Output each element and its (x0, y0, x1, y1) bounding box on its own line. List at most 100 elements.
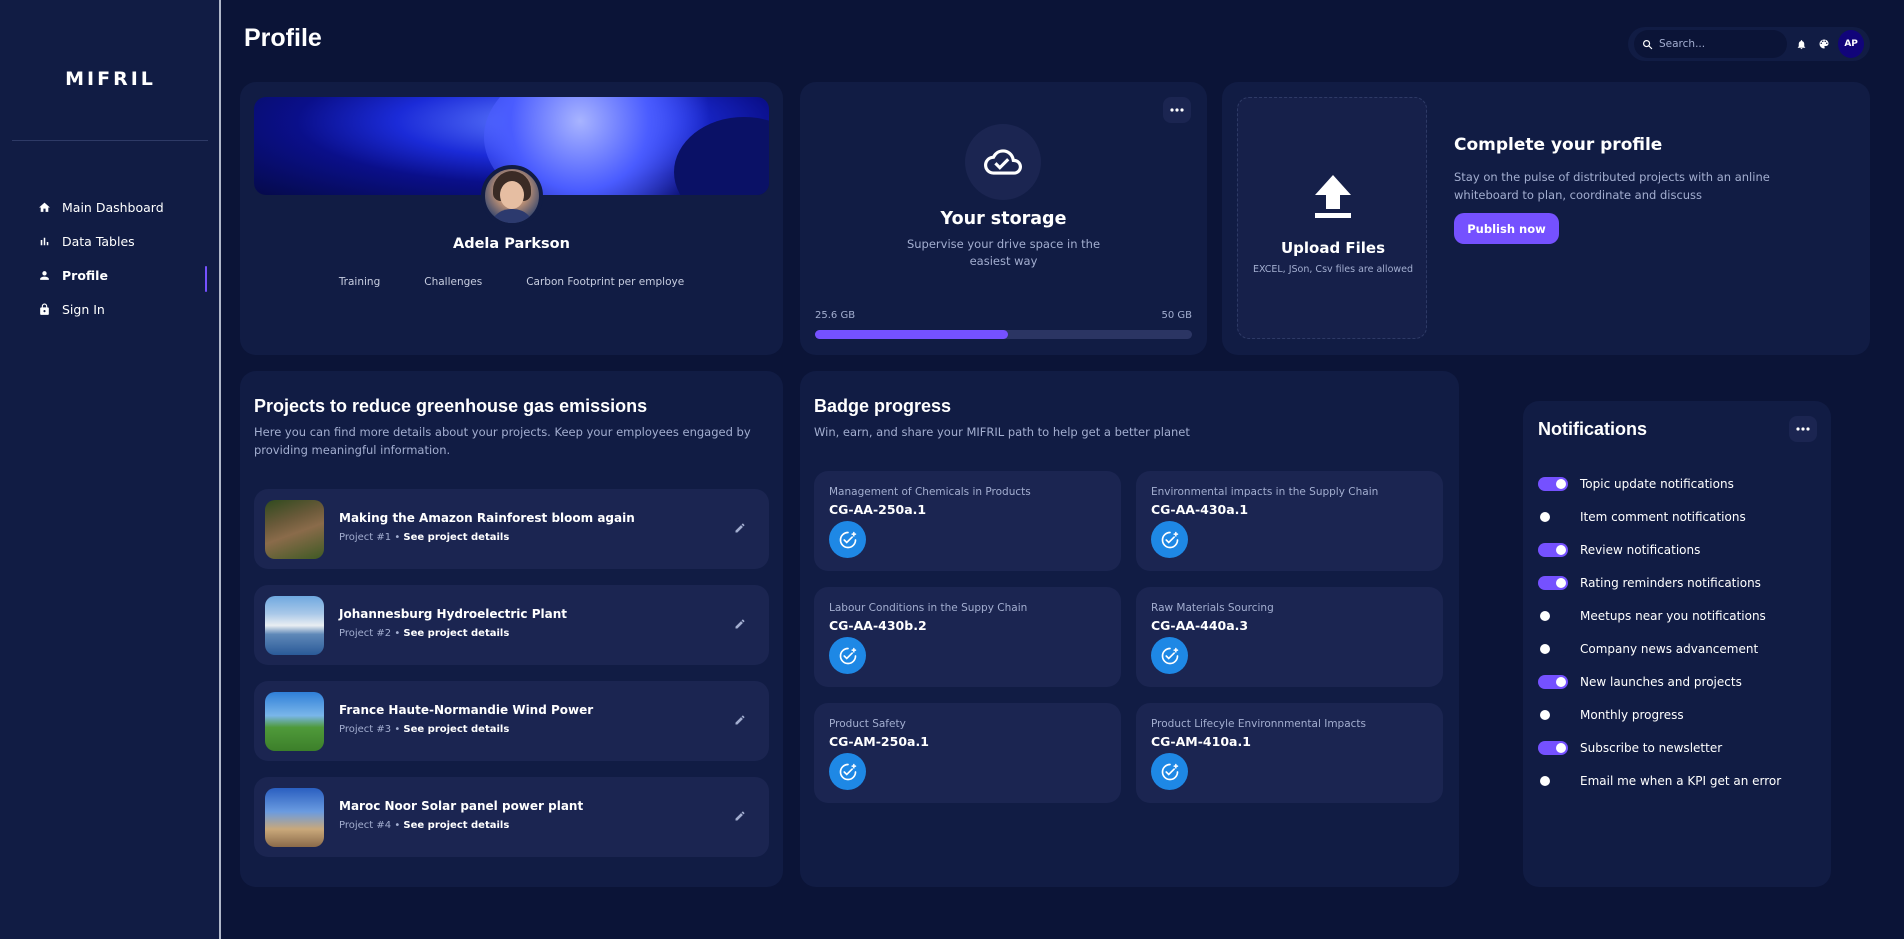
verified-check-icon[interactable] (1151, 637, 1188, 674)
profile-stat-carbon-footprint: Carbon Footprint per employe (526, 276, 685, 288)
sidebar-item-sign-in[interactable]: Sign In (0, 292, 221, 326)
notification-label: Topic update notifications (1580, 476, 1734, 491)
badge-item[interactable]: Product Safety CG-AM-250a.1 (814, 703, 1121, 803)
more-horizontal-icon (1796, 427, 1810, 431)
project-meta: Project #3 • See project details (339, 724, 510, 735)
verified-check-icon[interactable] (829, 753, 866, 790)
notification-setting: Rating reminders notifications (1538, 566, 1781, 599)
cloud-done-icon (965, 124, 1041, 200)
see-project-details-link[interactable]: See project details (403, 820, 509, 831)
project-item[interactable]: France Haute-Normandie Wind Power Projec… (254, 681, 769, 761)
sidebar-item-label: Main Dashboard (62, 199, 164, 215)
palette-icon[interactable] (1816, 35, 1833, 53)
profile-name: Adela Parkson (453, 236, 570, 252)
see-project-details-link[interactable]: See project details (403, 628, 509, 639)
edit-icon[interactable] (731, 519, 749, 537)
see-project-details-link[interactable]: See project details (403, 532, 509, 543)
notification-toggle[interactable] (1538, 575, 1568, 590)
notification-toggle[interactable] (1538, 707, 1568, 722)
project-item[interactable]: Maroc Noor Solar panel power plant Proje… (254, 777, 769, 857)
profile-avatar (481, 165, 543, 227)
badge-item[interactable]: Labour Conditions in the Suppy Chain CG-… (814, 587, 1121, 687)
notification-label: Review notifications (1580, 542, 1701, 557)
notification-toggle[interactable] (1538, 674, 1568, 689)
badge-code: CG-AA-440a.3 (1151, 618, 1249, 633)
badge-name: Raw Materials Sourcing (1151, 602, 1274, 614)
verified-check-icon[interactable] (1151, 753, 1188, 790)
notification-setting: Monthly progress (1538, 698, 1781, 731)
storage-progress-bar (815, 330, 1192, 339)
upload-card: Upload Files EXCEL, JSon, Csv files are … (1222, 82, 1870, 355)
complete-profile-description: Stay on the pulse of distributed project… (1454, 170, 1770, 202)
user-avatar[interactable]: AP (1838, 30, 1864, 58)
notification-toggle[interactable] (1538, 773, 1568, 788)
sidebar-item-profile[interactable]: Profile (0, 258, 221, 292)
notification-setting: Company news advancement (1538, 632, 1781, 665)
storage-menu-button[interactable] (1163, 97, 1191, 123)
notification-toggle[interactable] (1538, 608, 1568, 623)
notification-toggle[interactable] (1538, 542, 1568, 557)
notifications-card: Notifications Topic update notifications… (1523, 401, 1831, 887)
verified-check-icon[interactable] (829, 637, 866, 674)
brand-logo: MIFRIL (65, 68, 156, 90)
see-project-details-link[interactable]: See project details (403, 724, 509, 735)
badge-item[interactable]: Management of Chemicals in Products CG-A… (814, 471, 1121, 571)
sidebar-item-label: Profile (62, 267, 108, 283)
notifications-title: Notifications (1538, 419, 1648, 439)
projects-card: Projects to reduce greenhouse gas emissi… (240, 371, 783, 887)
search-input[interactable] (1659, 38, 1779, 50)
edit-icon[interactable] (731, 711, 749, 729)
badge-name: Product Lifecyle Environnmental Impacts (1151, 718, 1367, 730)
notifications-list: Topic update notifications Item comment … (1538, 467, 1781, 797)
lock-icon (36, 301, 52, 317)
notification-setting: Review notifications (1538, 533, 1781, 566)
notifications-menu-button[interactable] (1789, 416, 1817, 442)
badge-item[interactable]: Raw Materials Sourcing CG-AA-440a.3 (1136, 587, 1443, 687)
notification-label: Monthly progress (1580, 707, 1684, 722)
sidebar-nav: Main Dashboard Data Tables Profile Sign … (0, 190, 221, 326)
bell-icon[interactable] (1793, 35, 1810, 53)
project-item[interactable]: Making the Amazon Rainforest bloom again… (254, 489, 769, 569)
storage-subtitle: Supervise your drive space in the easies… (906, 237, 1101, 268)
upload-dropzone[interactable]: Upload Files EXCEL, JSon, Csv files are … (1237, 97, 1427, 339)
notification-label: Item comment notifications (1580, 509, 1746, 524)
page-title: Profile (244, 24, 322, 52)
verified-check-icon[interactable] (829, 521, 866, 558)
profile-stat-training: Training (338, 276, 381, 288)
storage-used: 25.6 GB (815, 310, 856, 321)
notification-toggle[interactable] (1538, 740, 1568, 755)
project-item[interactable]: Johannesburg Hydroelectric Plant Project… (254, 585, 769, 665)
badge-code: CG-AA-430b.2 (829, 618, 927, 633)
project-thumbnail-hydroelectric (265, 596, 324, 655)
edit-icon[interactable] (731, 615, 749, 633)
upload-title: Upload Files (1280, 239, 1386, 257)
edit-icon[interactable] (731, 807, 749, 825)
storage-title: Your storage (940, 209, 1067, 229)
notification-toggle[interactable] (1538, 641, 1568, 656)
verified-check-icon[interactable] (1151, 521, 1188, 558)
sidebar-item-data-tables[interactable]: Data Tables (0, 224, 221, 258)
notification-toggle[interactable] (1538, 476, 1568, 491)
project-meta: Project #4 • See project details (339, 820, 510, 831)
upload-icon (1315, 175, 1351, 218)
badge-code: CG-AM-410a.1 (1151, 734, 1251, 749)
project-title: Johannesburg Hydroelectric Plant (339, 607, 567, 621)
badge-item[interactable]: Environmental impacts in the Supply Chai… (1136, 471, 1443, 571)
notification-toggle[interactable] (1538, 509, 1568, 524)
notification-label: New launches and projects (1580, 674, 1742, 689)
project-thumbnail-rainforest (265, 500, 324, 559)
badge-progress-description: Win, earn, and share your MIFRIL path to… (814, 425, 1190, 439)
project-meta: Project #2 • See project details (339, 628, 510, 639)
badge-item[interactable]: Product Lifecyle Environnmental Impacts … (1136, 703, 1443, 803)
project-title: Maroc Noor Solar panel power plant (339, 799, 584, 813)
profile-stats: Training Challenges Carbon Footprint per… (240, 276, 783, 288)
badge-name: Labour Conditions in the Suppy Chain (829, 602, 1028, 614)
sidebar-item-main-dashboard[interactable]: Main Dashboard (0, 190, 221, 224)
search-box (1634, 30, 1787, 58)
person-icon (36, 267, 52, 283)
publish-now-button[interactable]: Publish now (1454, 213, 1559, 244)
project-thumbnail-wind-power (265, 692, 324, 751)
badge-name: Management of Chemicals in Products (829, 486, 1031, 498)
notification-setting: Email me when a KPI get an error (1538, 764, 1781, 797)
sidebar-item-label: Data Tables (62, 233, 135, 249)
